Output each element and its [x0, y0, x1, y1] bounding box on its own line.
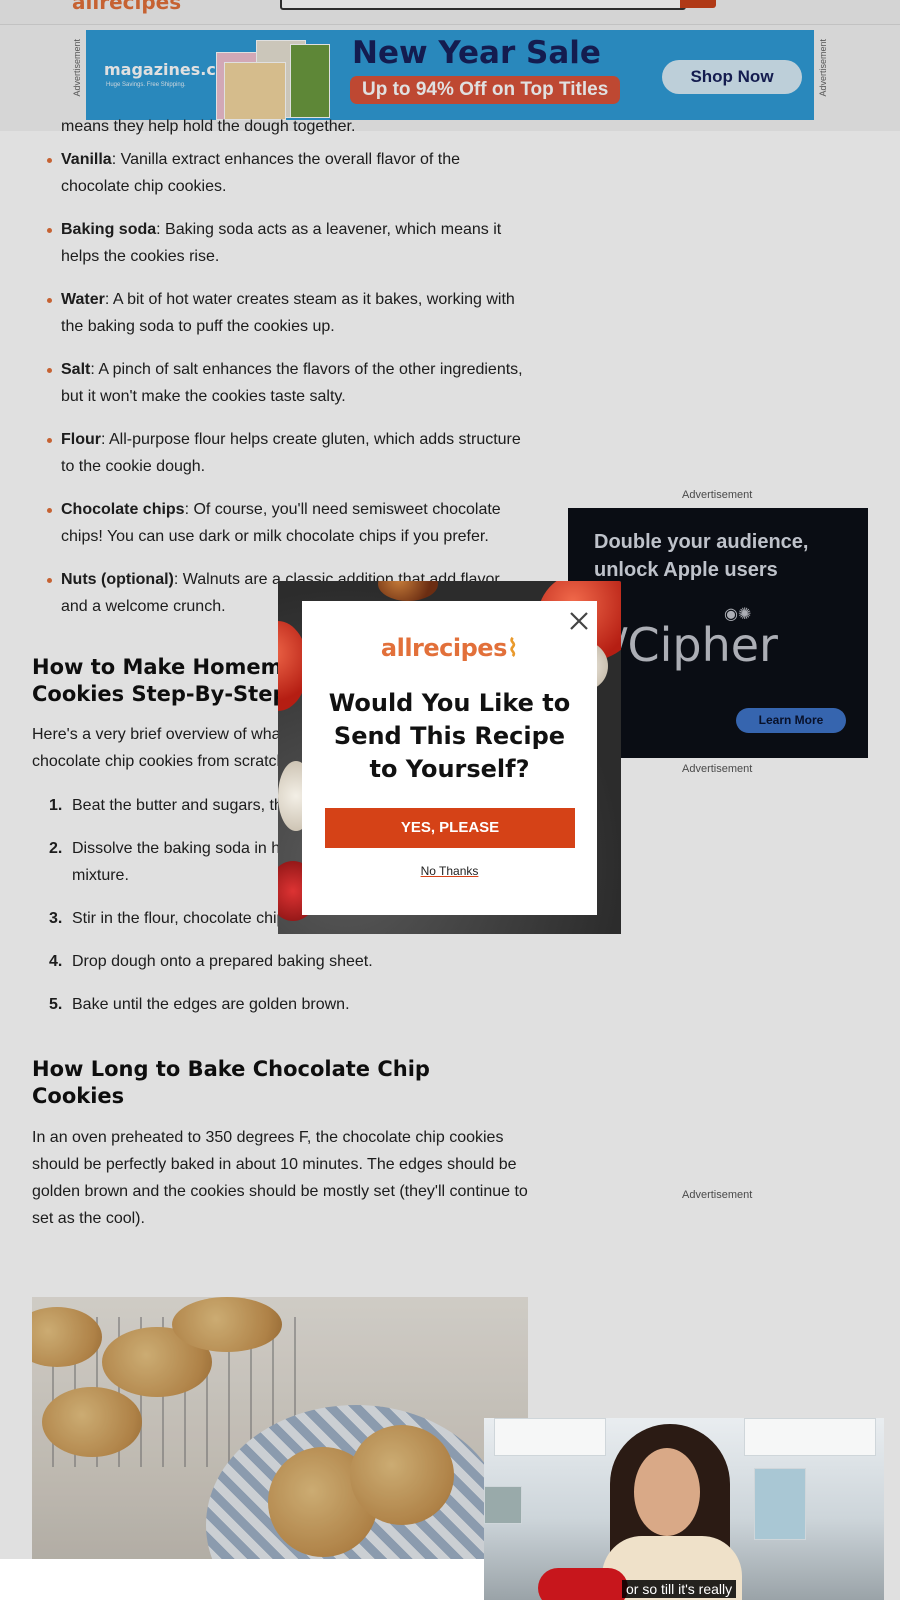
close-icon[interactable] [568, 610, 590, 632]
yes-please-button[interactable]: YES, PLEASE [325, 808, 575, 848]
bottom-ad-bar [0, 1559, 484, 1600]
presenter-face [634, 1448, 700, 1536]
video-caption: or so till it's really [622, 1580, 737, 1598]
dialog-title: Would You Like to Send This Recipe to Yo… [328, 689, 571, 783]
floating-video-player[interactable]: or so till it's really [484, 1418, 884, 1600]
no-thanks-label[interactable]: No Thanks [421, 864, 479, 878]
send-recipe-dialog: allrecipes⌇ Would You Like to Send This … [302, 601, 597, 915]
no-thanks-link: No Thanks [302, 864, 597, 878]
stand-mixer [538, 1568, 628, 1600]
spoon-icon: ⌇ [506, 634, 519, 662]
allrecipes-logo: allrecipes⌇ [380, 634, 519, 662]
